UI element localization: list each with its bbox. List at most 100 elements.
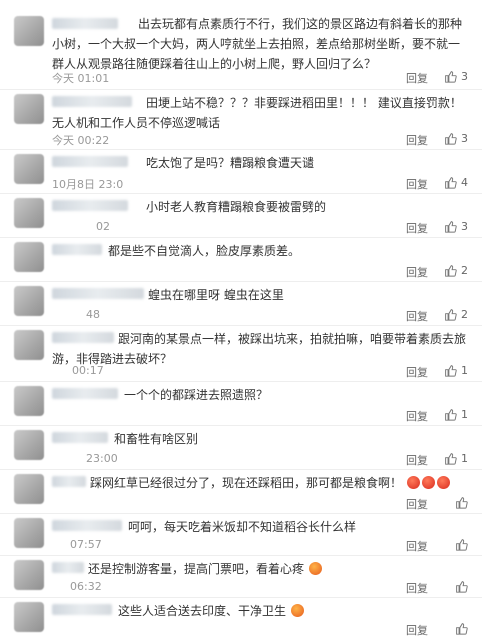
reply-button[interactable]: 回复 — [406, 496, 428, 512]
avatar[interactable] — [14, 474, 44, 504]
like-count: 1 — [461, 452, 468, 465]
thumbs-up-icon — [456, 539, 468, 551]
reply-button[interactable]: 回复 — [406, 364, 428, 380]
reply-button[interactable]: 回复 — [406, 220, 428, 236]
reply-button[interactable]: 回复 — [406, 452, 428, 468]
avatar[interactable] — [14, 330, 44, 360]
comment-text: 呵呵，每天吃着米饭却不知道稻谷长什么样 — [128, 520, 357, 534]
comment-time: 48 — [86, 308, 100, 321]
reply-button[interactable]: 回复 — [406, 622, 428, 638]
comment-item: 都是些不自觉滴人，脸皮厚素质差。 回复 2 — [0, 238, 482, 282]
comment-time: 10月8日 23:0 — [52, 178, 124, 191]
thumbs-up-icon — [445, 133, 457, 145]
comment-time: 07:57 — [70, 538, 102, 551]
comment-item: 小时老人教育糟蹋粮食要被雷劈的 02 回复 3 — [0, 194, 482, 238]
thumbs-up-icon — [445, 71, 457, 83]
like-count: 1 — [461, 364, 468, 377]
comment-item: 呵呵，每天吃着米饭却不知道稻谷长什么样 07:57 回复 — [0, 514, 482, 556]
reply-button[interactable]: 回复 — [406, 264, 428, 280]
like-button[interactable]: 3 — [444, 220, 468, 233]
comment-item: 跟河南的某景点一样，被踩出坑来，拍就拍嘛，咱要带着素质去旅游，非得踏进去破坏？ … — [0, 326, 482, 382]
thumbs-up-icon — [445, 309, 457, 321]
avatar[interactable] — [14, 16, 44, 46]
comment-text: 田埂上站不稳？？？非要踩进稻田里！！！ 建议直接罚款！无人机和工作人员不停巡逻喊… — [52, 96, 462, 130]
thumbs-up-icon — [445, 409, 457, 421]
avatar[interactable] — [14, 154, 44, 184]
comment-text: 一个个的都踩进去照遗照？ — [124, 388, 269, 402]
like-button[interactable]: 1 — [444, 452, 468, 465]
thumbs-up-icon — [445, 265, 457, 277]
comment-text: 和畜牲有啥区别 — [114, 432, 199, 446]
avatar[interactable] — [14, 94, 44, 124]
comment-item: 田埂上站不稳？？？非要踩进稻田里！！！ 建议直接罚款！无人机和工作人员不停巡逻喊… — [0, 90, 482, 150]
thumbs-up-icon — [456, 623, 468, 635]
comment-text: 还是控制游客量，提高门票吧，看着心疼 — [52, 559, 468, 579]
comment-item: 和畜牲有啥区别 23:00 回复 1 — [0, 426, 482, 470]
comment-item: 吃太饱了是吗？糟蹋粮食遭天谴 10月8日 23:0 回复 4 — [0, 150, 482, 194]
reply-button[interactable]: 回复 — [406, 70, 428, 86]
like-button[interactable]: 1 — [444, 364, 468, 377]
angry-emoji — [436, 476, 450, 489]
like-count: 3 — [461, 220, 468, 233]
reply-button[interactable]: 回复 — [406, 176, 428, 192]
reply-button[interactable]: 回复 — [406, 132, 428, 148]
comment-text: 这些人适合送去印度、干净卫生 — [52, 601, 468, 621]
comment-item: 一个个的都踩进去照遗照？ 回复 1 — [0, 382, 482, 426]
emoji — [290, 604, 304, 617]
like-count: 1 — [461, 408, 468, 421]
comment-time: 今天 01:01 — [52, 72, 110, 85]
comment-text: 都是些不自觉滴人，脸皮厚素质差。 — [108, 244, 301, 258]
comment-time: 00:17 — [72, 364, 104, 377]
angry-emoji — [421, 476, 435, 489]
comment-item: 还是控制游客量，提高门票吧，看着心疼 06:32 回复 — [0, 556, 482, 598]
angry-emoji — [406, 476, 420, 489]
comment-text: 小时老人教育糟蹋粮食要被雷劈的 — [146, 200, 327, 214]
thumbs-up-icon — [445, 221, 457, 233]
thumbs-up-icon — [456, 581, 468, 593]
reply-button[interactable]: 回复 — [406, 538, 428, 554]
comment-text: 蝗虫在哪里呀 蝗虫在这里 — [148, 288, 284, 302]
thumbs-up-icon — [445, 453, 457, 465]
like-button[interactable]: 1 — [444, 408, 468, 421]
like-count: 2 — [461, 264, 468, 277]
comment-text: 跟河南的某景点一样，被踩出坑来，拍就拍嘛，咱要带着素质去旅游，非得踏进去破坏？ — [52, 332, 467, 366]
avatar[interactable] — [14, 518, 44, 548]
comment-text: 吃太饱了是吗？糟蹋粮食遭天谴 — [146, 156, 315, 170]
comment-item: 出去玩都有点素质行不行，我们这的景区路边有斜着长的那种小树，一个大叔一个大妈，两… — [0, 0, 482, 90]
like-button[interactable]: 2 — [444, 308, 468, 321]
comment-item: 蝗虫在哪里呀 蝗虫在这里 48 回复 2 — [0, 282, 482, 326]
like-button[interactable] — [455, 496, 468, 509]
avatar[interactable] — [14, 198, 44, 228]
like-count: 3 — [461, 132, 468, 145]
like-button[interactable]: 2 — [444, 264, 468, 277]
like-count: 3 — [461, 70, 468, 83]
reply-button[interactable]: 回复 — [406, 308, 428, 324]
comment-item: 这些人适合送去印度、干净卫生 回复 — [0, 598, 482, 640]
thumbs-up-icon — [445, 177, 457, 189]
comment-time: 今天 00:22 — [52, 134, 110, 147]
like-count: 4 — [461, 176, 468, 189]
comment-text: 踩网红草已经很过分了，现在还踩稻田，那可都是粮食啊！ — [52, 473, 468, 493]
avatar[interactable] — [14, 242, 44, 272]
like-button[interactable] — [455, 580, 468, 593]
comment-time: 23:00 — [86, 452, 118, 465]
like-button[interactable]: 3 — [444, 70, 468, 83]
avatar[interactable] — [14, 560, 44, 590]
comment-item: 踩网红草已经很过分了，现在还踩稻田，那可都是粮食啊！ 回复 — [0, 470, 482, 514]
like-button[interactable] — [455, 538, 468, 551]
emoji — [308, 562, 322, 575]
avatar[interactable] — [14, 286, 44, 316]
like-button[interactable]: 4 — [444, 176, 468, 189]
thumbs-up-icon — [456, 497, 468, 509]
avatar[interactable] — [14, 386, 44, 416]
avatar[interactable] — [14, 430, 44, 460]
like-button[interactable] — [455, 622, 468, 635]
avatar[interactable] — [14, 602, 44, 632]
like-count: 2 — [461, 308, 468, 321]
reply-button[interactable]: 回复 — [406, 408, 428, 424]
like-button[interactable]: 3 — [444, 132, 468, 145]
thumbs-up-icon — [445, 365, 457, 377]
comment-time: 02 — [96, 220, 110, 233]
reply-button[interactable]: 回复 — [406, 580, 428, 596]
comment-list: 出去玩都有点素质行不行，我们这的景区路边有斜着长的那种小树，一个大叔一个大妈，两… — [0, 0, 482, 640]
